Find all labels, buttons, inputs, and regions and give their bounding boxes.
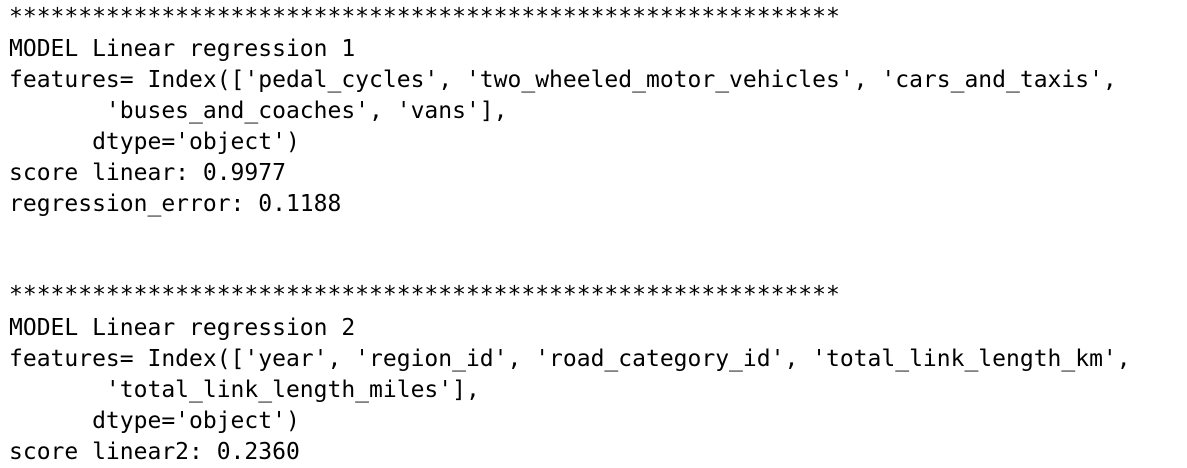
separator-line: ****************************************… bbox=[9, 282, 840, 308]
score-line: score linear: 0.9977 bbox=[9, 160, 286, 186]
features-line-continued: 'total_link_length_miles'], bbox=[9, 377, 480, 403]
features-line-continued: 'buses_and_coaches', 'vans'], bbox=[9, 98, 508, 124]
console-output: ****************************************… bbox=[0, 0, 1187, 465]
dtype-line: dtype='object') bbox=[9, 129, 300, 155]
model-title: MODEL Linear regression 1 bbox=[9, 36, 356, 62]
features-line: features= Index(['year', 'region_id', 'r… bbox=[9, 346, 1131, 372]
separator-line: ****************************************… bbox=[9, 4, 840, 30]
regression-error-line: regression_error: 0.1188 bbox=[9, 191, 342, 217]
features-line: features= Index(['pedal_cycles', 'two_wh… bbox=[9, 67, 1117, 93]
dtype-line: dtype='object') bbox=[9, 408, 300, 434]
model-title: MODEL Linear regression 2 bbox=[9, 315, 356, 341]
score-line: score linear2: 0.2360 bbox=[9, 439, 300, 465]
